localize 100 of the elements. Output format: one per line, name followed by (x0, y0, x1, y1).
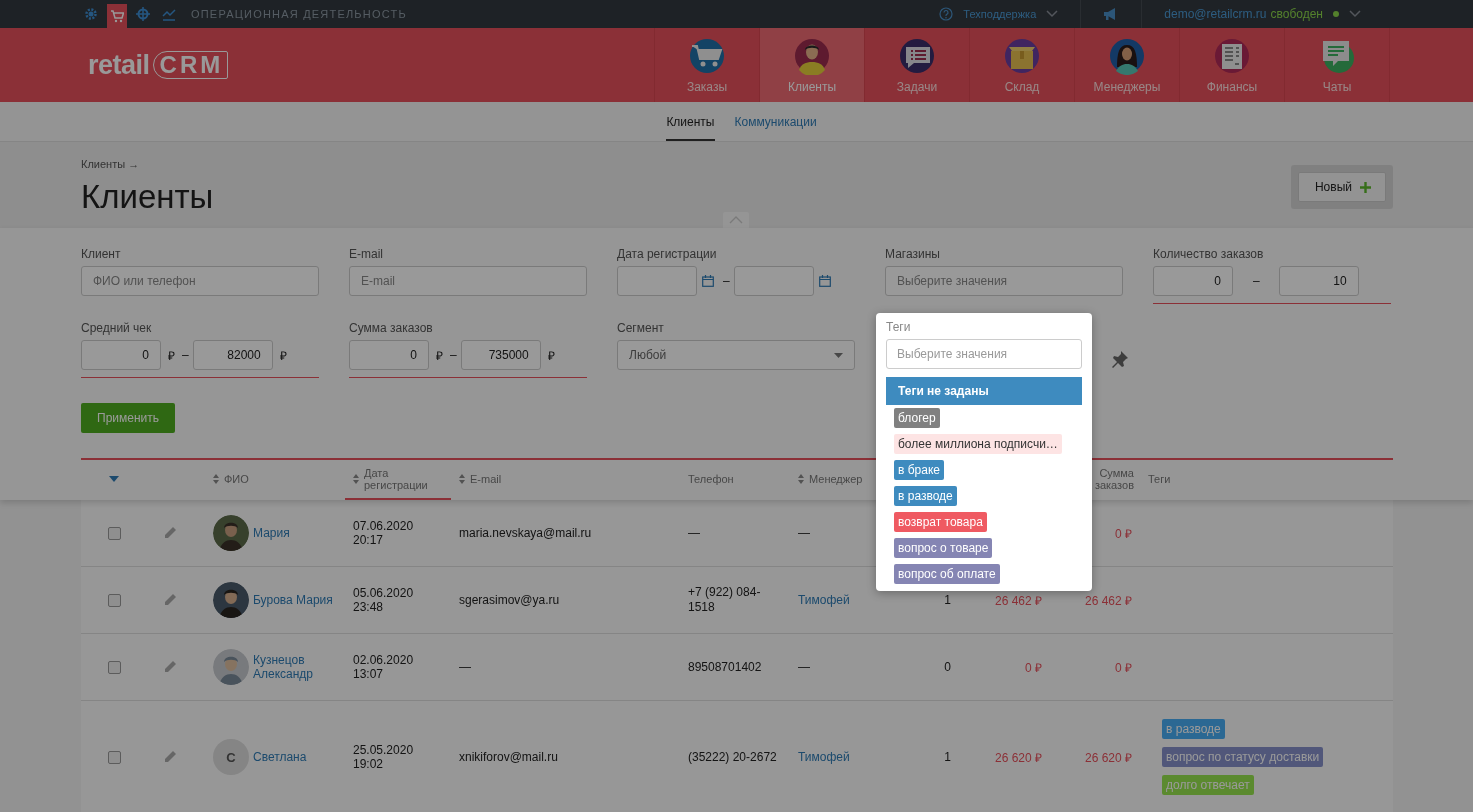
status-dot (1333, 11, 1339, 17)
page-title: Клиенты (81, 178, 214, 216)
range-separator: – (1253, 274, 1260, 288)
row-checkbox[interactable] (108, 660, 121, 674)
nav-item[interactable]: Клиенты (760, 28, 865, 102)
email-text: xnikiforov@mail.ru (459, 750, 558, 764)
chevron-down-icon[interactable] (1349, 10, 1361, 18)
nav-item[interactable]: Задачи (865, 28, 970, 102)
column-header[interactable]: Теги (1148, 473, 1171, 485)
nav-item[interactable]: Финансы (1180, 28, 1285, 102)
currency-sign: ₽ (436, 347, 443, 364)
pencil-icon[interactable] (163, 526, 177, 540)
cart-icon[interactable] (107, 4, 127, 28)
phone-text: — (688, 525, 701, 541)
tag-option[interactable]: вопрос об оплате (886, 561, 1082, 587)
tag-option[interactable]: блогер (886, 405, 1082, 431)
segment-select[interactable]: Любой (617, 340, 855, 370)
user-email[interactable]: demo@retailcrm.ru (1164, 7, 1267, 21)
email-text: — (459, 660, 471, 674)
date-field[interactable] (617, 266, 697, 296)
list-bubble-icon[interactable] (898, 36, 936, 75)
client-name-link[interactable]: Светлана (253, 750, 333, 764)
calendar-icon[interactable] (702, 275, 714, 287)
registration-date: 25.05.2020 19:02 (353, 743, 414, 771)
registration-date: 05.06.2020 23:48 (353, 586, 414, 614)
new-button[interactable]: Новый (1297, 172, 1386, 202)
pencil-icon[interactable] (163, 593, 177, 607)
row-checkbox[interactable] (108, 526, 121, 540)
client-name-link[interactable]: Мария (253, 526, 333, 540)
date-field[interactable] (733, 266, 814, 296)
phone-text: +7 (922) 084-1518 (688, 585, 762, 615)
sort-icon[interactable] (459, 474, 465, 484)
from-field[interactable]: 0 (349, 340, 429, 370)
person-icon[interactable] (793, 36, 831, 75)
support-link[interactable]: Техподдержка (963, 8, 1037, 20)
column-header[interactable]: Менеджер (809, 473, 863, 485)
input-field[interactable]: Выберите значения (886, 339, 1082, 369)
column-header[interactable]: Телефон (688, 473, 734, 485)
from-field[interactable]: 0 (1153, 266, 1233, 296)
pin-icon[interactable] (1111, 350, 1129, 368)
help-icon[interactable] (939, 7, 954, 21)
tag-option[interactable]: возврат товара (886, 509, 1082, 535)
tag: вопрос по статусу доставки (1162, 747, 1324, 767)
orders-count: 0 (944, 660, 951, 674)
document-icon[interactable] (1213, 36, 1251, 75)
pencil-icon[interactable] (163, 660, 177, 674)
logo[interactable]: retail CRM (0, 28, 229, 102)
tag-option[interactable]: в браке (886, 457, 1082, 483)
tag-option[interactable]: в разводе (886, 483, 1082, 509)
orders-total: 26 462 ₽ (1084, 592, 1132, 609)
manager-text: — (798, 526, 810, 540)
phone-text: (35222) 20-2672 (688, 749, 778, 765)
tag-option[interactable]: вопрос о товаре (886, 535, 1082, 561)
pencil-icon[interactable] (163, 750, 177, 764)
filter-label: Теги (886, 320, 912, 334)
row-checkbox[interactable] (108, 750, 121, 764)
client-name-link[interactable]: Кузнецов Александр (253, 653, 333, 681)
registration-date: 02.06.2020 13:07 (353, 653, 414, 681)
column-header[interactable]: ФИО (224, 473, 249, 485)
dropdown-option[interactable]: Теги не заданы (886, 377, 1082, 405)
from-field[interactable]: 0 (81, 340, 161, 370)
sort-icon[interactable] (798, 474, 804, 484)
nav-item[interactable]: Менеджеры (1075, 28, 1180, 102)
plus-icon (1360, 181, 1371, 193)
collapse-icon[interactable] (723, 212, 749, 228)
person-icon[interactable] (1108, 36, 1146, 75)
email-text: maria.nevskaya@mail.ru (459, 526, 592, 540)
cart-icon[interactable] (688, 36, 726, 75)
section-title: ОПЕРАЦИОННАЯ ДЕЯТЕЛЬНОСТЬ (191, 8, 407, 20)
orders-count: 1 (944, 593, 951, 607)
client-name-link[interactable]: Бурова Мария (253, 593, 333, 607)
input-field[interactable]: Выберите значения (885, 266, 1123, 296)
average-check: 26 620 ₽ (994, 749, 1042, 766)
column-header[interactable]: Дата регистрации (364, 467, 434, 491)
input-field[interactable]: E-mail (349, 266, 587, 296)
user-status: свободен (1270, 7, 1323, 21)
to-field[interactable]: 735000 (460, 340, 541, 370)
orders-total: 26 620 ₽ (1084, 749, 1132, 766)
email-text: sgerasimov@ya.ru (459, 593, 560, 607)
chevron-down-icon[interactable] (1046, 10, 1059, 18)
sort-icon[interactable] (353, 474, 359, 484)
orders-total: 0 ₽ (1115, 659, 1132, 676)
to-field[interactable]: 82000 (192, 340, 273, 370)
dropdown-caret-icon[interactable] (109, 476, 119, 482)
breadcrumb[interactable]: Клиенты → (81, 158, 214, 170)
tag: долго отвечает (1162, 775, 1254, 795)
box-icon[interactable] (1003, 36, 1041, 75)
currency-sign: ₽ (168, 347, 175, 364)
column-header[interactable]: E-mail (470, 473, 502, 485)
nav-item[interactable]: Склад (970, 28, 1075, 102)
apply-button[interactable]: Применить (81, 403, 175, 433)
input-field[interactable]: ФИО или телефон (81, 266, 319, 296)
to-field[interactable]: 10 (1278, 266, 1359, 296)
row-checkbox[interactable] (108, 593, 121, 607)
sort-icon[interactable] (213, 474, 219, 484)
manager-link[interactable]: Тимофей (798, 750, 850, 764)
manager-link[interactable]: Тимофей (798, 593, 850, 607)
tab[interactable]: Коммуникации (734, 102, 817, 141)
calendar-icon[interactable] (818, 275, 831, 287)
average-check: 26 462 ₽ (994, 592, 1042, 609)
